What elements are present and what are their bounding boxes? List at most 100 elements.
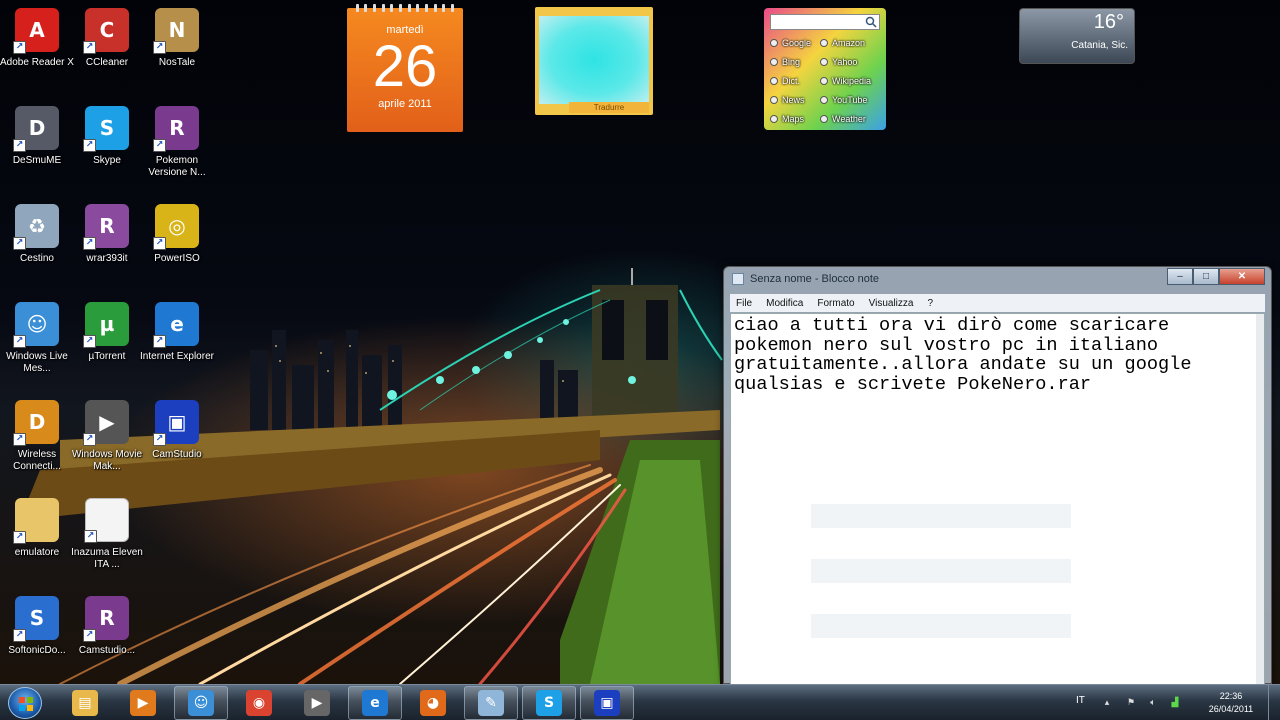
search-engine-option[interactable]: News [770, 95, 805, 105]
radio-button[interactable] [770, 39, 778, 47]
radio-button[interactable] [820, 96, 828, 104]
desktop-icon[interactable]: ▶ ↗ Windows Movie Mak... [67, 394, 147, 486]
media-player-icon: ▶ [130, 690, 156, 716]
radio-button[interactable] [770, 115, 778, 123]
close-button[interactable]: ✕ [1219, 268, 1265, 285]
translate-button[interactable]: Tradurre [569, 102, 649, 113]
taskbar-button[interactable]: ▤ [58, 686, 112, 720]
taskbar-button[interactable]: e [348, 686, 402, 720]
notepad-titlebar[interactable]: Senza nome - Blocco note – □ ✕ [724, 267, 1271, 291]
maximize-button[interactable]: □ [1193, 268, 1219, 285]
radio-button[interactable] [770, 58, 778, 66]
calendar-day-number: 26 [372, 34, 438, 99]
calendar-gadget[interactable]: martedì 26 aprile 2011 [347, 4, 463, 132]
calendar-rings [347, 4, 463, 12]
translator-gadget[interactable]: Tradurre [535, 7, 653, 115]
editor-text-content[interactable]: ciao a tutti ora vi dirò come scaricare … [734, 316, 1239, 395]
menu-formato[interactable]: Formato [817, 298, 854, 309]
desktop-icon[interactable]: ♻ ↗ Cestino [0, 198, 77, 290]
shortcut-arrow-icon: ↗ [13, 139, 26, 152]
radio-button[interactable] [770, 96, 778, 104]
search-engine-option[interactable]: Weather [820, 114, 866, 124]
taskbar-button[interactable]: S [522, 686, 576, 720]
search-engine-option[interactable]: Wikipedia [820, 76, 871, 86]
search-engine-option[interactable]: Maps [770, 114, 804, 124]
volume-icon[interactable]: 🔈︎ [1148, 697, 1158, 707]
adobe-reader-icon: A ↗ [13, 8, 59, 54]
search-engine-option[interactable]: Google [770, 38, 811, 48]
weather-temperature: 16° [1093, 11, 1124, 33]
desktop-icon[interactable]: N ↗ NosTale [137, 2, 217, 94]
desktop-icon-label: Internet Explorer [140, 351, 214, 362]
poweriso-icon: ◎ ↗ [153, 204, 199, 250]
shortcut-arrow-icon: ↗ [153, 237, 166, 250]
taskbar-button[interactable]: ▣ [580, 686, 634, 720]
desktop-icon[interactable]: D ↗ DeSmuME [0, 100, 77, 192]
action-center-flag-icon[interactable]: ⚑ [1126, 697, 1136, 707]
search-engine-option[interactable]: Bing [770, 57, 800, 67]
taskbar-button[interactable]: ◉ [232, 686, 286, 720]
search-icon[interactable] [865, 16, 877, 28]
winrar-installer-icon: R ↗ [83, 204, 129, 250]
desktop-icon[interactable]: ☺ ↗ Windows Live Mes... [0, 296, 77, 388]
desktop-icon[interactable]: R ↗ wrar393it [67, 198, 147, 290]
desktop-icon[interactable]: A ↗ Adobe Reader X [0, 2, 77, 94]
desktop-icon[interactable]: D ↗ Wireless Connecti... [0, 394, 77, 486]
search-engine-option[interactable]: Yahoo [820, 57, 857, 67]
menu-visualizza[interactable]: Visualizza [869, 298, 914, 309]
taskbar-button[interactable]: ▶ [116, 686, 170, 720]
shortcut-arrow-icon: ↗ [13, 531, 26, 544]
desktop-icon[interactable]: ↗ emulatore [0, 492, 77, 584]
desktop-icon[interactable]: ◎ ↗ PowerISO [137, 198, 217, 290]
minimize-button[interactable]: – [1167, 268, 1193, 285]
search-input[interactable] [770, 14, 880, 30]
taskbar-button[interactable]: ☺ [174, 686, 228, 720]
taskbar-button[interactable]: ✎ [464, 686, 518, 720]
menu-modifica[interactable]: Modifica [766, 298, 803, 309]
desktop-icon[interactable]: S ↗ Skype [67, 100, 147, 192]
search-engine-label: YouTube [832, 95, 868, 105]
desktop-icon[interactable]: R ↗ Camstudio... [67, 590, 147, 682]
desktop-icon[interactable]: R ↗ Pokemon Versione N... [137, 100, 217, 192]
start-button[interactable] [8, 687, 42, 719]
clock-date: 26/04/2011 [1208, 704, 1254, 714]
search-engine-option[interactable]: Amazon [820, 38, 865, 48]
desktop-icon-label: Windows Live Mes... [6, 351, 68, 374]
utorrent-icon: µ ↗ [83, 302, 129, 348]
show-desktop-button[interactable] [1268, 685, 1280, 720]
desktop-icon[interactable]: C ↗ CCleaner [67, 2, 147, 94]
search-engine-option[interactable]: Dict. [770, 76, 800, 86]
radio-button[interactable] [820, 58, 828, 66]
taskbar-button[interactable]: ◕ [406, 686, 460, 720]
radio-button[interactable] [770, 77, 778, 85]
vertical-scrollbar[interactable] [1256, 314, 1264, 684]
menu-bar: File Modifica Formato Visualizza ? [730, 294, 1265, 312]
network-signal-icon[interactable]: ▟ [1170, 697, 1180, 707]
radio-button[interactable] [820, 39, 828, 47]
desktop-icon[interactable]: ▣ ↗ CamStudio [137, 394, 217, 486]
desktop-icon-label: wrar393it [86, 253, 128, 264]
weather-gadget[interactable]: 16° Catania, Sic. [1019, 8, 1135, 64]
desktop-icon[interactable]: ↗ Inazuma Eleven ITA ... [67, 492, 147, 584]
clock[interactable]: 22:36 26/04/2011 [1198, 690, 1264, 716]
show-hidden-icons[interactable]: ▴ [1102, 697, 1112, 707]
shortcut-arrow-icon: ↗ [83, 237, 96, 250]
desktop-icon-label: DeSmuME [12, 155, 62, 166]
search-gadget[interactable]: Google Amazon Bing Yahoo Dict. Wikipedia News Y… [764, 8, 886, 130]
desktop-icon[interactable]: µ ↗ µTorrent [67, 296, 147, 388]
shortcut-arrow-icon: ↗ [153, 433, 166, 446]
text-editor-area[interactable]: ciao a tutti ora vi dirò come scaricare … [730, 313, 1265, 685]
skype-icon: S ↗ [83, 106, 129, 152]
desktop-icon[interactable]: S ↗ SoftonicDo... [0, 590, 77, 682]
notepad-window[interactable]: Senza nome - Blocco note – □ ✕ File Modi… [723, 266, 1272, 685]
live-messenger-icon: ☺ [188, 690, 214, 716]
radio-button[interactable] [820, 77, 828, 85]
translator-text-area[interactable] [539, 16, 649, 104]
menu-file[interactable]: File [736, 298, 752, 309]
taskbar-button[interactable]: ▶ [290, 686, 344, 720]
desktop-icon[interactable]: e ↗ Internet Explorer [137, 296, 217, 388]
language-indicator[interactable]: IT [1076, 695, 1085, 706]
search-engine-option[interactable]: YouTube [820, 95, 867, 105]
radio-button[interactable] [820, 115, 828, 123]
menu-help[interactable]: ? [927, 298, 933, 309]
